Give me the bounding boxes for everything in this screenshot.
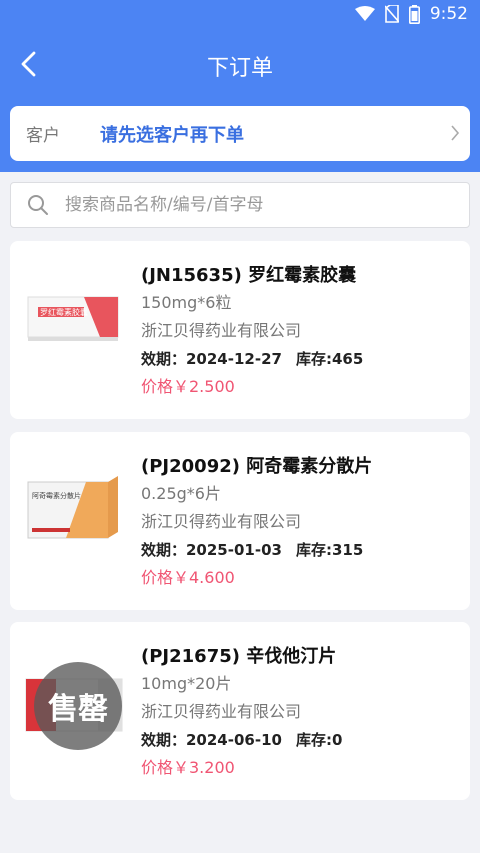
wifi-icon: [354, 6, 375, 21]
product-price: 价格￥2.500: [141, 377, 235, 396]
product-spec: 0.25g*6片: [141, 484, 221, 503]
product-manufacturer: 浙江贝得药业有限公司: [141, 321, 302, 340]
customer-label: 客户: [26, 126, 60, 146]
search-input[interactable]: [65, 195, 445, 215]
product-title: (JN15635) 罗红霉素胶囊: [141, 265, 357, 286]
product-manufacturer: 浙江贝得药业有限公司: [141, 702, 302, 721]
search-icon: [28, 195, 48, 215]
status-time: 9:52: [429, 4, 468, 24]
product-spec: 150mg*6粒: [141, 293, 232, 312]
battery-icon: [408, 4, 420, 24]
customer-selector[interactable]: 客户 请先选客户再下单: [10, 106, 470, 161]
product-stock: 库存:315: [295, 541, 364, 559]
box-label: 罗红霉素胶囊: [40, 307, 88, 317]
status-bar: 9:52: [0, 0, 480, 30]
chevron-right-icon: [451, 125, 460, 141]
box-label: 阿奇霉素分散片: [32, 491, 81, 500]
product-spec: 10mg*20片: [141, 674, 232, 693]
product-card[interactable]: 罗红霉素胶囊 (JN15635) 罗红霉素胶囊 150mg*6粒 浙江贝得药业有…: [10, 241, 470, 419]
product-stock: 库存:465: [295, 350, 364, 368]
product-price: 价格￥3.200: [141, 758, 235, 777]
product-meta: 效期：2024-06-10 库存:0: [141, 726, 458, 754]
nav-bar: 下订单: [0, 38, 480, 92]
product-card[interactable]: 阿奇霉素分散片 (PJ20092) 阿奇霉素分散片 0.25g*6片 浙江贝得药…: [10, 432, 470, 610]
product-meta: 效期：2025-01-03 库存:315: [141, 536, 458, 564]
product-title: (PJ20092) 阿奇霉素分散片: [141, 456, 373, 477]
sold-out-badge: 售罄: [34, 662, 122, 750]
product-manufacturer: 浙江贝得药业有限公司: [141, 512, 302, 531]
product-price: 价格￥4.600: [141, 568, 235, 587]
product-expiry: 效期：2024-12-27: [141, 350, 282, 368]
search-bar[interactable]: [10, 182, 470, 228]
customer-value: 请先选客户再下单: [100, 124, 244, 146]
product-expiry: 效期：2024-06-10: [141, 731, 282, 749]
product-meta: 效期：2024-12-27 库存:465: [141, 345, 458, 373]
product-expiry: 效期：2025-01-03: [141, 541, 282, 559]
product-card[interactable]: 售罄 (PJ21675) 辛伐他汀片 10mg*20片 浙江贝得药业有限公司 效…: [10, 622, 470, 800]
product-image: 罗红霉素胶囊: [27, 296, 119, 341]
page-title: 下订单: [206, 56, 273, 81]
product-image: 阿奇霉素分散片: [27, 476, 118, 539]
no-sim-icon: [384, 5, 399, 23]
product-title: (PJ21675) 辛伐他汀片: [141, 646, 337, 667]
product-stock: 库存:0: [295, 731, 343, 749]
